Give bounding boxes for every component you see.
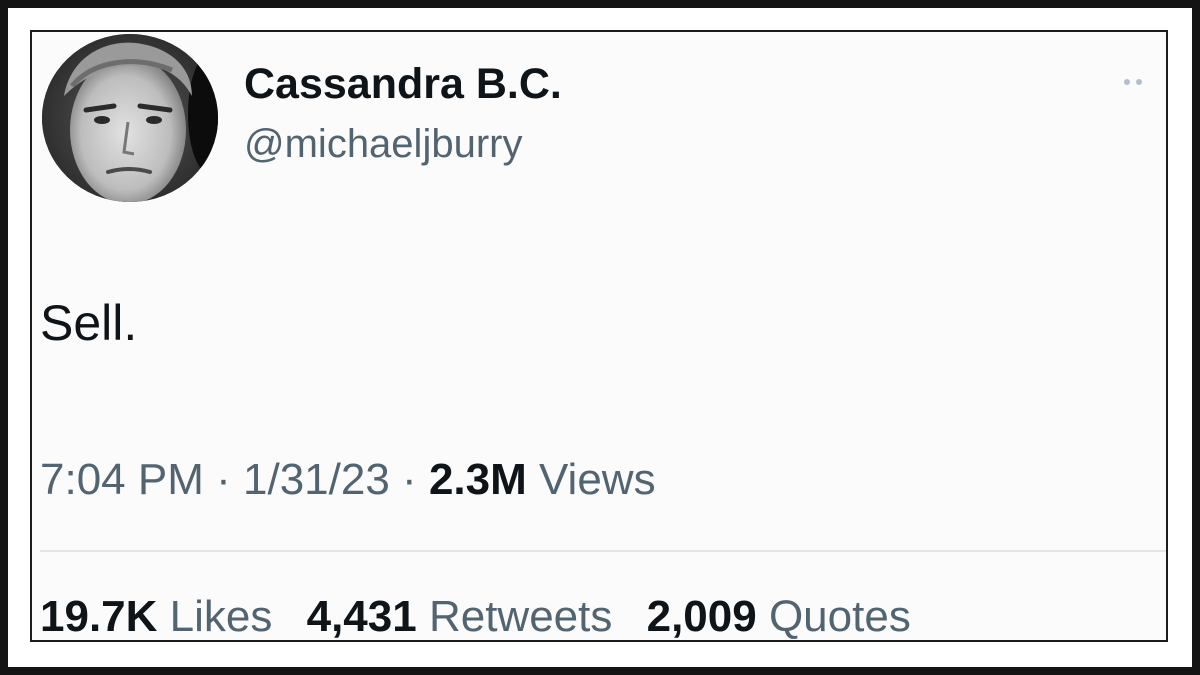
views-count: 2.3M bbox=[428, 455, 527, 504]
tweet-card: Cassandra B.C. @michaeljburry Sell. 7:04… bbox=[30, 30, 1168, 642]
more-dot bbox=[1124, 79, 1130, 85]
avatar[interactable] bbox=[42, 34, 218, 202]
retweets-count: 4,431 bbox=[306, 592, 417, 641]
likes-label: Likes bbox=[169, 592, 273, 641]
views-label: Views bbox=[539, 455, 656, 504]
more-dots-icon[interactable] bbox=[1124, 70, 1160, 94]
meta-separator: · bbox=[402, 455, 417, 504]
quotes-stat[interactable]: 2,009 Quotes bbox=[646, 592, 911, 641]
tweet-text: Sell. bbox=[40, 295, 138, 351]
retweets-stat[interactable]: 4,431 Retweets bbox=[306, 592, 613, 641]
avatar-portrait bbox=[42, 34, 218, 202]
retweets-label: Retweets bbox=[428, 592, 613, 641]
author-handle[interactable]: @michaeljburry bbox=[244, 122, 522, 167]
author-display-name[interactable]: Cassandra B.C. bbox=[244, 60, 562, 109]
likes-stat[interactable]: 19.7K Likes bbox=[40, 592, 273, 641]
likes-count: 19.7K bbox=[40, 592, 158, 641]
meta-separator: · bbox=[216, 455, 231, 504]
tweet-meta: 7:04 PM · 1/31/23 · 2.3M Views bbox=[40, 455, 656, 505]
tweet-time[interactable]: 7:04 PM bbox=[40, 455, 204, 504]
tweet-date[interactable]: 1/31/23 bbox=[243, 455, 390, 504]
divider bbox=[40, 550, 1166, 552]
more-dot bbox=[1136, 79, 1142, 85]
engagement-stats: 19.7K Likes 4,431 Retweets 2,009 Quotes bbox=[40, 592, 933, 641]
quotes-label: Quotes bbox=[768, 592, 911, 641]
quotes-count: 2,009 bbox=[646, 592, 757, 641]
